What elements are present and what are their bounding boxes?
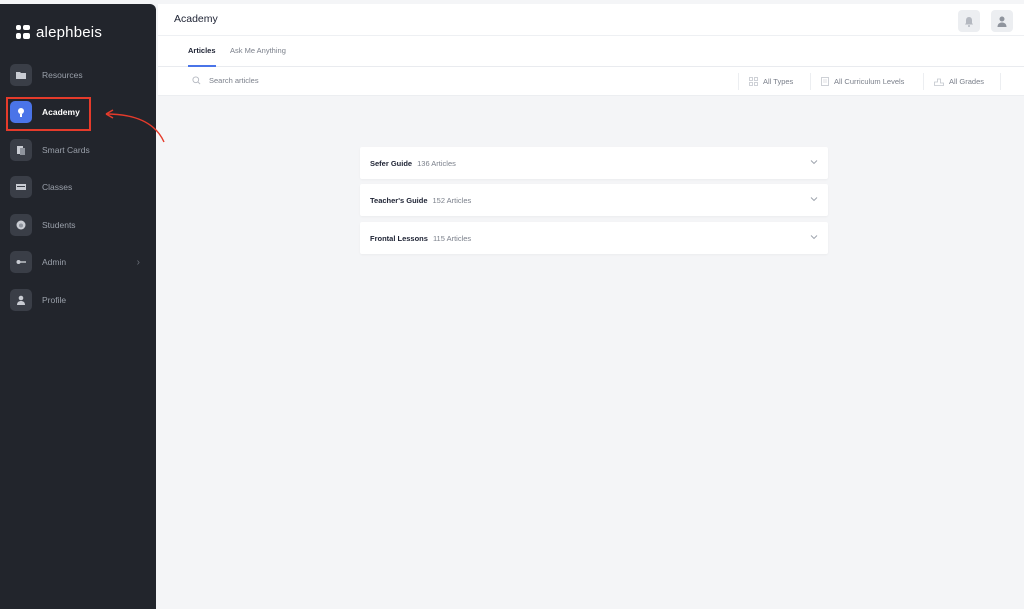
filter-curriculum-dropdown[interactable]: All Curriculum Levels (810, 73, 904, 90)
brand-logo[interactable]: alephbeis (16, 22, 102, 42)
sidebar-item-resources[interactable]: Resources (10, 63, 146, 87)
bell-icon (965, 16, 973, 27)
annotation-arrow-icon (105, 109, 165, 143)
top-header: Academy (158, 4, 1024, 36)
person-icon (10, 289, 32, 311)
filter-bar: All Types All Curriculum Levels All Grad… (158, 67, 1024, 96)
cards-icon (10, 139, 32, 161)
notifications-button[interactable] (958, 10, 980, 32)
sidebar-item-label: Students (42, 220, 76, 230)
filter-types-label: All Types (763, 77, 794, 86)
student-icon (10, 214, 32, 236)
search-box (192, 76, 409, 85)
filter-divider (1000, 73, 1001, 90)
sidebar-item-profile[interactable]: Profile (10, 288, 146, 312)
sidebar-item-label: Admin (42, 257, 67, 267)
section-teachers-guide[interactable]: Teacher's Guide 152 Articles (360, 184, 828, 216)
section-frontal-lessons[interactable]: Frontal Lessons 115 Articles (360, 222, 828, 254)
search-input[interactable] (209, 76, 409, 85)
section-title: Frontal Lessons (370, 233, 428, 243)
chevron-down-icon (810, 160, 818, 165)
user-avatar-button[interactable] (991, 10, 1013, 32)
sidebar-item-label: Smart Cards (42, 145, 90, 155)
annotation-highlight-box (6, 97, 91, 131)
chevron-down-icon (810, 197, 818, 202)
tab-articles[interactable]: Articles (188, 46, 216, 55)
filter-grades-dropdown[interactable]: All Grades (923, 73, 984, 90)
section-title: Sefer Guide (370, 158, 413, 168)
podium-icon (934, 78, 944, 86)
folder-icon (10, 64, 32, 86)
chevron-right-icon: › (136, 256, 140, 268)
sidebar-item-admin[interactable]: Admin › (10, 250, 146, 274)
key-icon (10, 251, 32, 273)
chevron-down-icon (810, 235, 818, 240)
sidebar-item-label: Classes (42, 182, 73, 192)
filter-types-dropdown[interactable]: All Types (738, 73, 793, 90)
logo-mark-icon (16, 25, 30, 39)
tab-bar: Articles Ask Me Anything (158, 36, 1024, 67)
app-window: alephbeis Resources Academy Smart Cards (0, 0, 1024, 609)
sidebar-item-students[interactable]: Students (10, 213, 146, 237)
section-title: Teacher's Guide (370, 195, 428, 205)
page-title: Academy (174, 13, 218, 25)
document-icon (821, 77, 829, 86)
sidebar: alephbeis Resources Academy Smart Cards (0, 4, 156, 609)
avatar-icon (997, 16, 1007, 27)
sidebar-item-label: Profile (42, 295, 67, 305)
section-article-count: 136 Articles (417, 158, 456, 168)
grid-icon (749, 77, 758, 86)
search-icon (192, 76, 201, 85)
sidebar-item-classes[interactable]: Classes (10, 175, 146, 199)
section-article-count: 152 Articles (432, 195, 472, 205)
section-sefer-guide[interactable]: Sefer Guide 136 Articles (360, 147, 828, 179)
section-article-count: 115 Articles (432, 233, 472, 243)
filter-curriculum-label: All Curriculum Levels (834, 77, 905, 86)
classroom-icon (10, 176, 32, 198)
tab-ask-me-anything[interactable]: Ask Me Anything (230, 46, 286, 55)
sidebar-item-label: Resources (42, 70, 83, 80)
filter-grades-label: All Grades (949, 77, 985, 86)
brand-name: alephbeis (36, 23, 103, 41)
